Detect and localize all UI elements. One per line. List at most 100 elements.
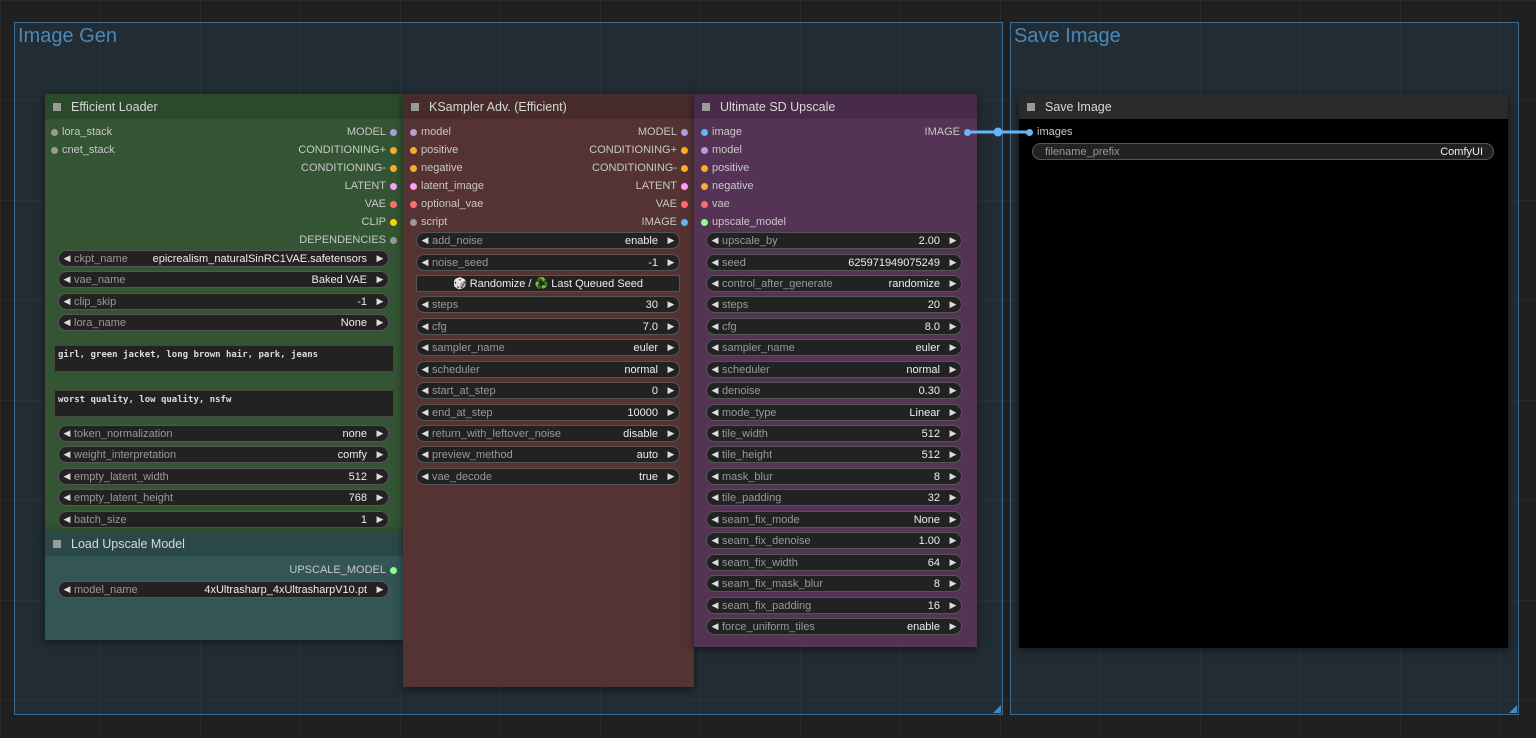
node-title: Efficient Loader bbox=[71, 99, 158, 114]
output-slot-conditioning-pos[interactable]: CONDITIONING+ bbox=[589, 144, 690, 156]
node-title: KSampler Adv. (Efficient) bbox=[429, 99, 567, 114]
widget-cfg[interactable]: ◀ cfg 8.0 ▶ bbox=[706, 318, 962, 335]
output-slot-conditioning-pos[interactable]: CONDITIONING+ bbox=[298, 144, 399, 156]
input-slot-script[interactable]: script bbox=[408, 216, 447, 228]
widget-add-noise[interactable]: ◀ add_noise enable ▶ bbox=[416, 232, 680, 249]
input-slot-model[interactable]: model bbox=[699, 144, 742, 156]
widget-seam-fix-mode[interactable]: ◀ seam_fix_mode None ▶ bbox=[706, 511, 962, 528]
widget-mode-type[interactable]: ◀ mode_type Linear ▶ bbox=[706, 404, 962, 421]
widget-scheduler[interactable]: ◀ scheduler normal ▶ bbox=[416, 361, 680, 378]
widget-force-uniform-tiles[interactable]: ◀ force_uniform_tiles enable ▶ bbox=[706, 618, 962, 635]
output-slot-latent[interactable]: LATENT bbox=[345, 180, 399, 192]
widget-clip-skip[interactable]: ◀ clip_skip -1 ▶ bbox=[58, 293, 389, 310]
widget-denoise[interactable]: ◀ denoise 0.30 ▶ bbox=[706, 382, 962, 399]
node-save-image[interactable]: Save Image images filename_prefix ComfyUI bbox=[1019, 94, 1508, 648]
input-slot-positive[interactable]: positive bbox=[699, 162, 749, 174]
widget-preview-method[interactable]: ◀ preview_method auto ▶ bbox=[416, 446, 680, 463]
widget-vae-decode[interactable]: ◀ vae_decode true ▶ bbox=[416, 468, 680, 485]
output-slot-latent[interactable]: LATENT bbox=[636, 180, 690, 192]
output-slot-clip[interactable]: CLIP bbox=[362, 216, 399, 228]
node-load-upscale-model[interactable]: Load Upscale Model UPSCALE_MODEL ◀ model_… bbox=[45, 531, 403, 640]
input-slot-optional-vae[interactable]: optional_vae bbox=[408, 198, 483, 210]
input-slot-cnet-stack[interactable]: cnet_stack bbox=[49, 144, 115, 156]
widget-seam-fix-padding[interactable]: ◀ seam_fix_padding 16 ▶ bbox=[706, 597, 962, 614]
collapse-toggle-icon[interactable] bbox=[702, 102, 710, 111]
output-slot-dependencies[interactable]: DEPENDENCIES bbox=[299, 234, 399, 246]
widget-control-after-generate[interactable]: ◀ control_after_generate randomize ▶ bbox=[706, 275, 962, 292]
node-efficient-loader[interactable]: Efficient Loader lora_stack cnet_stack M… bbox=[45, 94, 403, 531]
output-slot-model[interactable]: MODEL bbox=[638, 126, 690, 138]
node-header[interactable]: Save Image bbox=[1019, 94, 1508, 119]
output-slot-model[interactable]: MODEL bbox=[347, 126, 399, 138]
input-slot-vae[interactable]: vae bbox=[699, 198, 730, 210]
input-slot-latent-image[interactable]: latent_image bbox=[408, 180, 484, 192]
node-title: Ultimate SD Upscale bbox=[720, 99, 836, 114]
widget-sampler-name[interactable]: ◀ sampler_name euler ▶ bbox=[416, 339, 680, 356]
widget-lora-name[interactable]: ◀ lora_name None ▶ bbox=[58, 314, 389, 331]
widget-empty-latent-height[interactable]: ◀ empty_latent_height 768 ▶ bbox=[58, 489, 389, 506]
collapse-toggle-icon[interactable] bbox=[53, 539, 61, 548]
node-header[interactable]: Ultimate SD Upscale bbox=[694, 94, 977, 119]
widget-noise-seed[interactable]: ◀ noise_seed -1 ▶ bbox=[416, 254, 680, 271]
group-resize-handle[interactable] bbox=[1509, 705, 1517, 713]
collapse-toggle-icon[interactable] bbox=[411, 102, 419, 111]
widget-model-name[interactable]: ◀ model_name 4xUltrasharp_4xUltrasharpV10.… bbox=[58, 581, 389, 598]
widget-seam-fix-denoise[interactable]: ◀ seam_fix_denoise 1.00 ▶ bbox=[706, 532, 962, 549]
widget-steps[interactable]: ◀ steps 30 ▶ bbox=[416, 296, 680, 313]
input-slot-model[interactable]: model bbox=[408, 126, 451, 138]
widget-tile-height[interactable]: ◀ tile_height 512 ▶ bbox=[706, 446, 962, 463]
node-header[interactable]: KSampler Adv. (Efficient) bbox=[403, 94, 694, 119]
input-slot-positive[interactable]: positive bbox=[408, 144, 458, 156]
output-slot-upscale-model[interactable]: UPSCALE_MODEL bbox=[289, 564, 399, 576]
node-header[interactable]: Efficient Loader bbox=[45, 94, 403, 119]
input-slot-lora-stack[interactable]: lora_stack bbox=[49, 126, 112, 138]
widget-mask-blur[interactable]: ◀ mask_blur 8 ▶ bbox=[706, 468, 962, 485]
group-resize-handle[interactable] bbox=[993, 705, 1001, 713]
randomize-seed-button[interactable]: 🎲 Randomize / ♻️ Last Queued Seed bbox=[416, 275, 680, 292]
widget-batch-size[interactable]: ◀ batch_size 1 ▶ bbox=[58, 511, 389, 528]
node-ultimate-sd-upscale[interactable]: Ultimate SD Upscale image model positive… bbox=[694, 94, 977, 647]
positive-prompt-textarea[interactable]: girl, green jacket, long brown hair, par… bbox=[54, 345, 394, 372]
widget-seed[interactable]: ◀ seed 625971949075249 ▶ bbox=[706, 254, 962, 271]
widget-steps[interactable]: ◀ steps 20 ▶ bbox=[706, 296, 962, 313]
widget-return-with-leftover-noise[interactable]: ◀ return_with_leftover_noise disable ▶ bbox=[416, 425, 680, 442]
widget-start-at-step[interactable]: ◀ start_at_step 0 ▶ bbox=[416, 382, 680, 399]
widget-scheduler[interactable]: ◀ scheduler normal ▶ bbox=[706, 361, 962, 378]
collapse-toggle-icon[interactable] bbox=[1027, 102, 1035, 111]
output-slot-conditioning-neg[interactable]: CONDITIONING- bbox=[592, 162, 690, 174]
decrement-arrow-icon: ◀ bbox=[421, 299, 429, 309]
input-slot-upscale-model[interactable]: upscale_model bbox=[699, 216, 786, 228]
decrement-arrow-icon: ◀ bbox=[711, 428, 719, 438]
widget-cfg[interactable]: ◀ cfg 7.0 ▶ bbox=[416, 318, 680, 335]
node-header[interactable]: Load Upscale Model bbox=[45, 531, 403, 556]
input-slot-image[interactable]: image bbox=[699, 126, 742, 138]
widget-end-at-step[interactable]: ◀ end_at_step 10000 ▶ bbox=[416, 404, 680, 421]
widget-ckpt-name[interactable]: ◀ ckpt_name epicrealism_naturalSinRC1VAE.s… bbox=[58, 250, 389, 267]
decrement-arrow-icon: ◀ bbox=[711, 621, 719, 631]
input-slot-images[interactable]: images bbox=[1024, 126, 1072, 138]
output-slot-image[interactable]: IMAGE bbox=[642, 216, 690, 228]
node-ksampler-adv[interactable]: KSampler Adv. (Efficient) model positive… bbox=[403, 94, 694, 687]
output-slot-conditioning-neg[interactable]: CONDITIONING- bbox=[301, 162, 399, 174]
input-slot-negative[interactable]: negative bbox=[408, 162, 463, 174]
widget-filename-prefix[interactable]: filename_prefix ComfyUI bbox=[1032, 143, 1494, 160]
widget-seam-fix-width[interactable]: ◀ seam_fix_width 64 ▶ bbox=[706, 554, 962, 571]
output-slot-vae[interactable]: VAE bbox=[365, 198, 399, 210]
output-slot-image[interactable]: IMAGE bbox=[925, 126, 973, 138]
widget-tile-padding[interactable]: ◀ tile_padding 32 ▶ bbox=[706, 489, 962, 506]
collapse-toggle-icon[interactable] bbox=[53, 102, 61, 111]
decrement-arrow-icon: ◀ bbox=[421, 471, 429, 481]
output-slot-vae[interactable]: VAE bbox=[656, 198, 690, 210]
negative-prompt-textarea[interactable]: worst quality, low quality, nsfw bbox=[54, 390, 394, 417]
widget-seam-fix-mask-blur[interactable]: ◀ seam_fix_mask_blur 8 ▶ bbox=[706, 575, 962, 592]
widget-empty-latent-width[interactable]: ◀ empty_latent_width 512 ▶ bbox=[58, 468, 389, 485]
decrement-arrow-icon: ◀ bbox=[711, 235, 719, 245]
widget-tile-width[interactable]: ◀ tile_width 512 ▶ bbox=[706, 425, 962, 442]
widget-weight-interpretation[interactable]: ◀ weight_interpretation comfy ▶ bbox=[58, 446, 389, 463]
increment-arrow-icon: ▶ bbox=[667, 471, 675, 481]
input-slot-negative[interactable]: negative bbox=[699, 180, 754, 192]
widget-sampler-name[interactable]: ◀ sampler_name euler ▶ bbox=[706, 339, 962, 356]
widget-upscale-by[interactable]: ◀ upscale_by 2.00 ▶ bbox=[706, 232, 962, 249]
widget-token-normalization[interactable]: ◀ token_normalization none ▶ bbox=[58, 425, 389, 442]
widget-vae-name[interactable]: ◀ vae_name Baked VAE ▶ bbox=[58, 271, 389, 288]
